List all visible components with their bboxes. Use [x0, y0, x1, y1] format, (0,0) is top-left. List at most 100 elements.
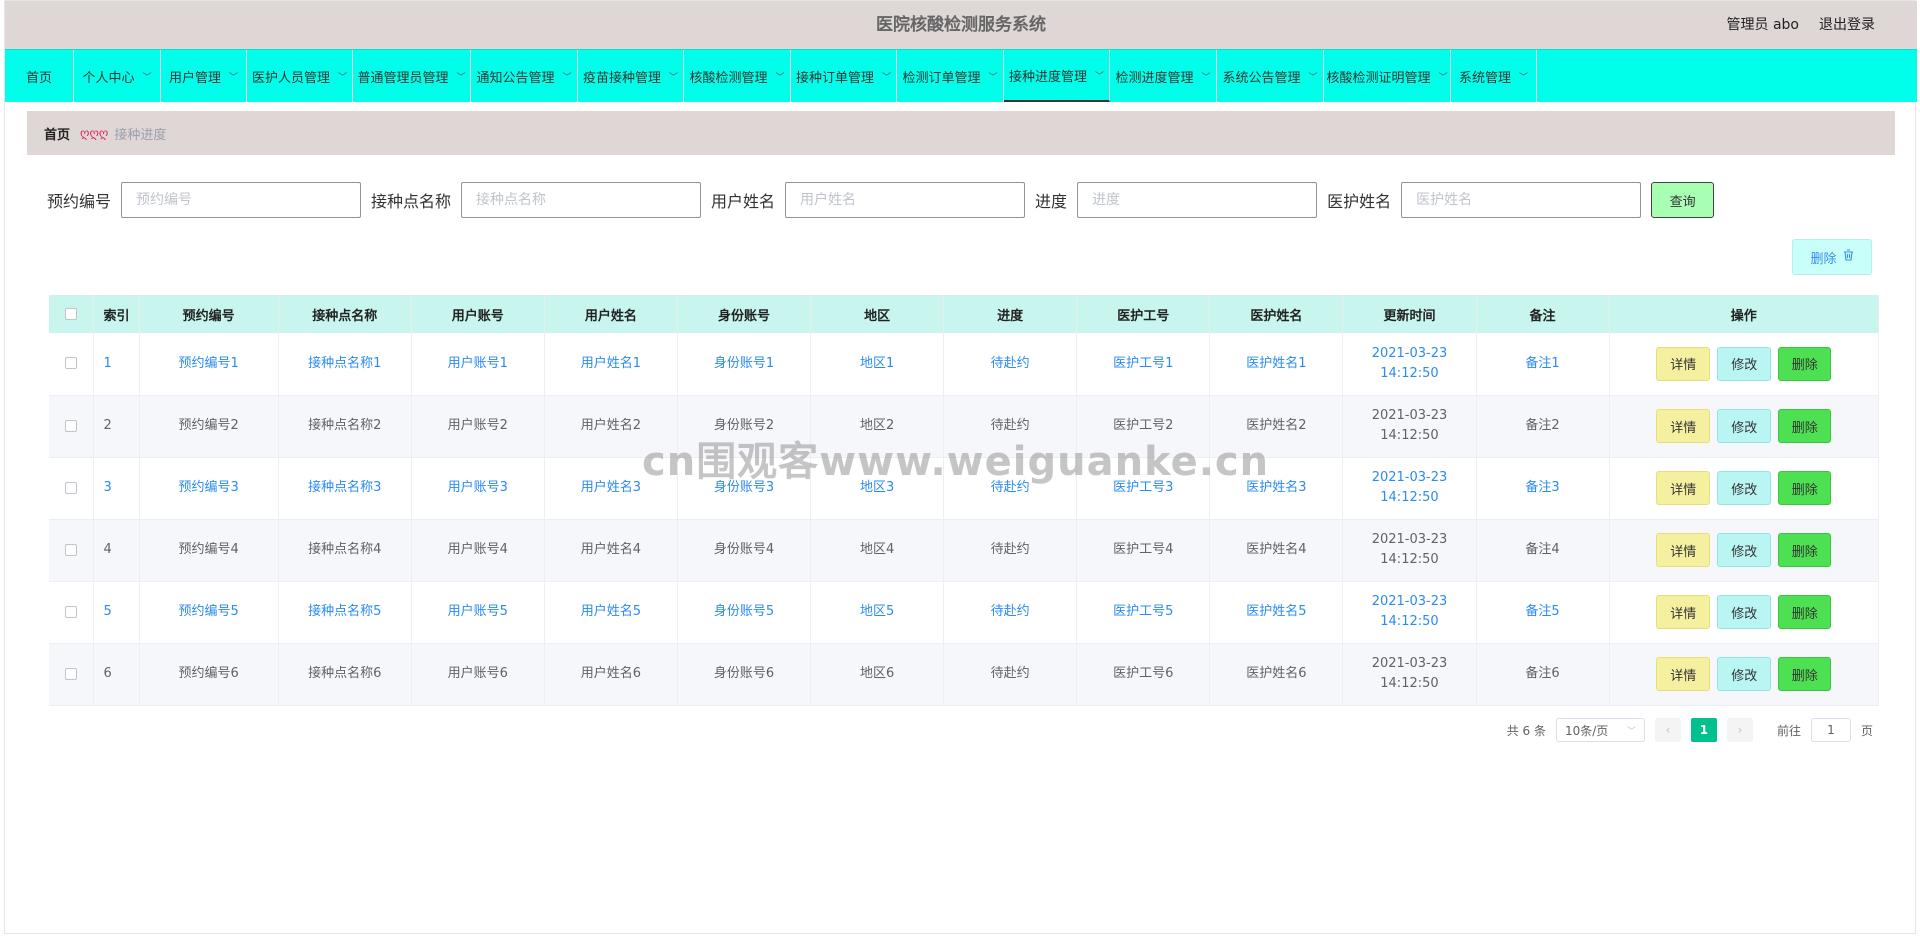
nav-item-label: 通知公告管理: [476, 70, 555, 86]
table-cell: 地区3: [810, 457, 945, 520]
nav-item-5[interactable]: 通知公告管理 ﹀: [471, 50, 578, 102]
table-cell: 用户姓名1: [544, 333, 678, 396]
table-cell: 身份账号2: [677, 395, 812, 458]
table-cell: 用户账号2: [411, 395, 545, 458]
row-checkbox[interactable]: [64, 357, 77, 370]
nav-item-label: 普通管理员管理: [357, 70, 449, 86]
row-actions: 详情 修改 删除: [1610, 471, 1878, 505]
search-input-0[interactable]: [121, 182, 362, 218]
row-actions-cell: 详情 修改 删除: [1609, 643, 1880, 706]
column-header: 地区: [810, 295, 945, 333]
edit-button[interactable]: 修改: [1717, 533, 1772, 567]
search-label: 接种点名称: [371, 192, 452, 211]
edit-button[interactable]: 修改: [1717, 595, 1772, 629]
table-cell: 2021-03-23 14:12:50: [1342, 395, 1477, 458]
nav-item-1[interactable]: 个人中心 ﹀: [74, 50, 161, 102]
batch-delete-button[interactable]: 删除: [1792, 239, 1872, 275]
app-frame: 医院核酸检测服务系统 管理员 abo 退出登录 首页 个人中心 ﹀ 用户管理 ﹀ 医护人员…: [4, 0, 1917, 934]
nav-item-label: 用户管理: [168, 70, 221, 86]
search-input-1[interactable]: [461, 182, 702, 218]
nav-item-7[interactable]: 核酸检测管理 ﹀: [684, 50, 791, 102]
nav-item-label: 检测订单管理: [902, 70, 981, 86]
delete-button[interactable]: 删除: [1778, 533, 1832, 567]
nav-item-4[interactable]: 普通管理员管理 ﹀: [353, 50, 471, 102]
goto-page-input[interactable]: [1810, 718, 1851, 742]
row-actions-cell: 详情 修改 删除: [1609, 395, 1880, 458]
nav-item-9[interactable]: 检测订单管理 ﹀: [897, 50, 1004, 102]
row-checkbox[interactable]: [64, 605, 77, 618]
search-label: 医护姓名: [1327, 192, 1392, 211]
table-row: 5 预约编号5 接种点名称5 用户账号5 用户姓名5 身份账号5 地区5 待赴约 医护工号5 医护…: [49, 581, 1880, 644]
delete-button[interactable]: 删除: [1778, 409, 1832, 443]
nav-item-10[interactable]: 接种进度管理 ﹀: [1004, 50, 1110, 102]
nav-item-0[interactable]: 首页: [5, 50, 74, 102]
nav-item-label: 核酸检测证明管理: [1326, 70, 1431, 86]
nav-item-3[interactable]: 医护人员管理 ﹀: [247, 50, 353, 102]
row-checkbox[interactable]: [64, 543, 77, 556]
chevron-down-icon: ﹀: [456, 72, 466, 83]
breadcrumb-home[interactable]: 首页: [44, 124, 70, 143]
page-size-select[interactable]: 10条/页 ﹀: [1555, 718, 1645, 742]
breadcrumb-current: 接种进度: [114, 127, 167, 143]
table-cell: 用户账号5: [411, 581, 545, 644]
delete-button[interactable]: 删除: [1778, 346, 1832, 381]
detail-button[interactable]: 详情: [1656, 471, 1711, 505]
query-button[interactable]: 查询: [1651, 182, 1715, 218]
edit-button[interactable]: 修改: [1717, 471, 1772, 505]
table-cell: 身份账号5: [677, 581, 812, 644]
edit-button[interactable]: 修改: [1717, 409, 1772, 443]
table-cell: 5: [93, 581, 140, 644]
nav-item-11[interactable]: 检测进度管理 ﹀: [1110, 50, 1217, 102]
table-cell: 医护姓名2: [1209, 395, 1344, 458]
row-checkbox[interactable]: [64, 667, 77, 680]
table-cell: 6: [93, 643, 140, 706]
search-input-3[interactable]: [1077, 182, 1318, 218]
page-number-current[interactable]: 1: [1690, 718, 1717, 742]
column-header: 索引: [93, 295, 140, 333]
table-cell: 待赴约: [943, 643, 1078, 706]
nav-item-12[interactable]: 系统公告管理 ﹀: [1217, 50, 1324, 102]
nav-item-6[interactable]: 疫苗接种管理 ﹀: [578, 50, 684, 102]
detail-button[interactable]: 详情: [1656, 409, 1711, 443]
nav-item-8[interactable]: 接种订单管理 ﹀: [791, 50, 897, 102]
trash-icon: [1843, 249, 1854, 265]
chevron-down-icon: ﹀: [669, 72, 679, 83]
prev-page-button[interactable]: ‹: [1654, 718, 1681, 742]
table-cell: 接种点名称1: [278, 333, 412, 396]
table-cell: 备注1: [1476, 333, 1610, 396]
search-input-4[interactable]: [1401, 182, 1642, 218]
nav-item-label: 首页: [25, 70, 52, 86]
detail-button[interactable]: 详情: [1656, 657, 1711, 691]
row-checkbox[interactable]: [64, 481, 77, 494]
table-cell: 预约编号4: [139, 519, 279, 582]
chevron-down-icon: ﹀: [229, 72, 239, 83]
delete-button[interactable]: 删除: [1778, 471, 1832, 505]
table-cell: 接种点名称6: [278, 643, 412, 706]
column-header: 更新时间: [1342, 295, 1477, 333]
chevron-down-icon: ﹀: [882, 72, 892, 83]
table-cell: 接种点名称3: [278, 457, 412, 520]
table-cell: 用户姓名4: [544, 519, 678, 582]
current-user: 管理员 abo: [1726, 17, 1799, 33]
delete-button[interactable]: 删除: [1778, 657, 1832, 691]
select-all-checkbox[interactable]: [64, 308, 77, 320]
table-cell: 预约编号2: [139, 395, 279, 458]
logout-button[interactable]: 退出登录: [1819, 1, 1875, 49]
row-actions: 详情 修改 删除: [1610, 657, 1878, 691]
table-cell: 医护工号1: [1076, 333, 1211, 396]
chevron-down-icon: ﹀: [1308, 72, 1318, 83]
progress-table: 索引 预约编号 接种点名称 用户账号 用户姓名 身份账号 地区 进度 医护工号 医护姓名 更新时间备…: [49, 295, 1880, 706]
nav-item-13[interactable]: 核酸检测证明管理 ﹀: [1324, 50, 1451, 102]
nav-item-14[interactable]: 系统管理 ﹀: [1451, 50, 1537, 102]
detail-button[interactable]: 详情: [1656, 346, 1711, 381]
detail-button[interactable]: 详情: [1656, 595, 1711, 629]
delete-button[interactable]: 删除: [1778, 595, 1832, 629]
row-checkbox[interactable]: [64, 419, 77, 432]
row-select-cell: [49, 643, 94, 706]
detail-button[interactable]: 详情: [1656, 533, 1711, 567]
next-page-button[interactable]: ›: [1726, 718, 1753, 742]
edit-button[interactable]: 修改: [1717, 657, 1772, 691]
search-input-2[interactable]: [785, 182, 1026, 218]
nav-item-2[interactable]: 用户管理 ﹀: [161, 50, 247, 102]
edit-button[interactable]: 修改: [1717, 346, 1772, 381]
